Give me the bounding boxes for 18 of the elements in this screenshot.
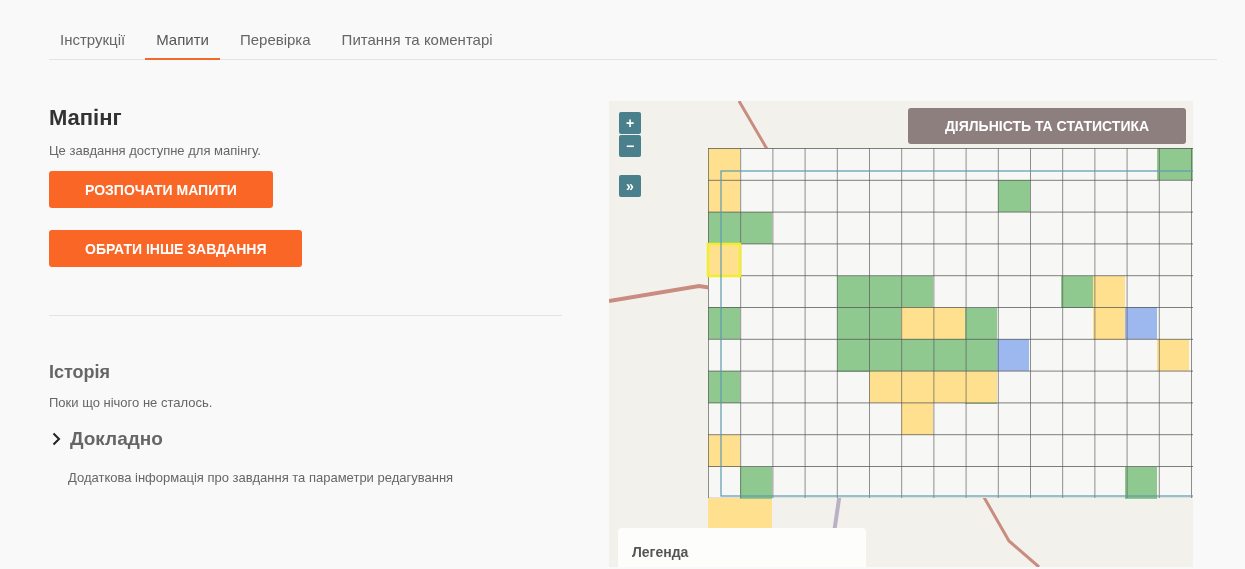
stats-button[interactable]: ДІЯЛЬНІСТЬ ТА СТАТИСТИКА [908, 108, 1186, 144]
expand-button[interactable]: » [619, 175, 641, 197]
legend-title[interactable]: Легенда [632, 544, 689, 560]
status-text: Це завдання доступне для мапінгу. [49, 143, 261, 158]
section-title: Мапінг [49, 105, 122, 131]
tab[interactable]: Перевірка [228, 29, 322, 60]
tab[interactable]: Мапити [145, 29, 220, 60]
details-text: Додаткова інформація про завдання та параметри редагування [68, 470, 454, 485]
section-title: Історія [49, 362, 111, 383]
action-button[interactable]: РОЗПОЧАТИ МАПИТИ [49, 171, 273, 208]
details-toggle[interactable]: Докладно [70, 428, 163, 450]
chevron-icon[interactable] [52, 432, 61, 446]
zoom-out-button[interactable]: − [619, 135, 641, 157]
tab[interactable]: Інструкції [49, 29, 137, 60]
tab[interactable]: Питання та коментарі [330, 29, 504, 60]
action-button[interactable]: ОБРАТИ ІНШЕ ЗАВДАННЯ [49, 230, 303, 267]
history-text: Поки що нічого не сталось. [49, 395, 213, 410]
zoom-in-button[interactable]: + [619, 112, 641, 134]
